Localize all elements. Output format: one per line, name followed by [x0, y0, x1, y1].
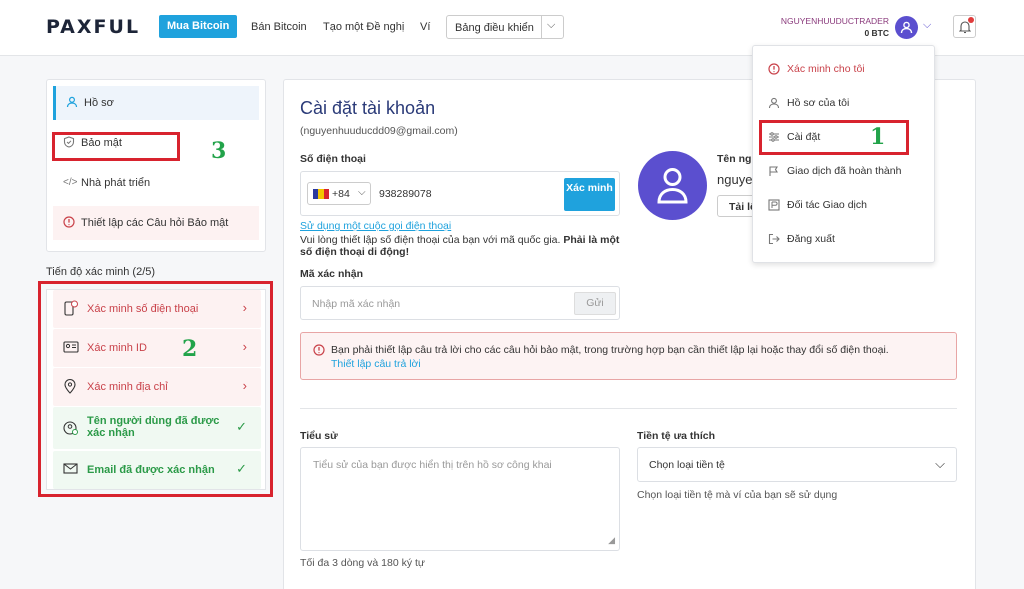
code-icon: </> — [63, 177, 78, 188]
menu-item-logout[interactable]: Đăng xuất — [753, 224, 934, 254]
notifications-button[interactable] — [953, 15, 976, 38]
annotation-box-verification — [38, 281, 273, 497]
send-code-button[interactable]: Gửi — [574, 292, 616, 315]
username-value: nguye — [717, 172, 753, 187]
menu-item-trade-partners[interactable]: Đối tác Giao dịch — [753, 190, 934, 220]
menu-item-label: Xác minh cho tôi — [787, 63, 865, 75]
verify-phone-button[interactable]: Xác minh — [564, 178, 615, 211]
profile-avatar[interactable] — [638, 151, 707, 220]
user-avatar[interactable] — [895, 16, 918, 39]
alert-message: Bạn phải thiết lập câu trả lời cho các c… — [331, 344, 889, 356]
sidebar-item-developer[interactable]: </> Nhà phát triển — [53, 166, 259, 200]
upload-avatar-button[interactable]: Tải lê — [717, 195, 757, 217]
sidebar-item-security-questions[interactable]: Thiết lập các Câu hỏi Bảo mật — [53, 206, 259, 240]
phone-call-link[interactable]: Sử dụng một cuộc gọi điện thoại — [300, 220, 451, 232]
phone-label: Số điện thoại — [300, 153, 366, 165]
bio-placeholder: Tiểu sử của bạn được hiển thị trên hồ sơ… — [313, 459, 552, 471]
account-email: (nguyenhuuducdd09@gmail.com) — [300, 125, 458, 137]
sidebar-item-profile[interactable]: Hồ sơ — [53, 86, 259, 120]
sidebar-item-label: Hồ sơ — [84, 97, 114, 109]
settings-sidebar: Hồ sơ Bảo mật </> Nhà phát triển Thiết l… — [46, 79, 266, 252]
code-input-placeholder: Nhập mã xác nhận — [312, 298, 401, 310]
verification-code-field[interactable]: Nhập mã xác nhận Gửi — [300, 286, 620, 320]
currency-hint: Chọn loại tiền tệ mà ví của bạn sẽ sử dụ… — [637, 489, 838, 501]
chevron-down-icon: ⌵ — [547, 19, 556, 31]
nav-sell-bitcoin[interactable]: Bán Bitcoin — [251, 21, 307, 33]
dashboard-label: Bảng điều khiển — [455, 22, 534, 34]
sidebar-item-label: Thiết lập các Câu hỏi Bảo mật — [81, 217, 229, 229]
annotation-box-security — [52, 132, 180, 161]
country-code: +84 — [332, 188, 350, 200]
security-question-alert: Bạn phải thiết lập câu trả lời cho các c… — [300, 332, 957, 380]
verification-progress-title: Tiến độ xác minh (2/5) — [46, 266, 156, 278]
chevron-down-icon: ⌵ — [935, 456, 945, 471]
notification-dot — [968, 17, 974, 23]
bio-label: Tiểu sử — [300, 430, 338, 442]
user-icon — [768, 97, 780, 112]
page-title: Cài đặt tài khoản — [300, 98, 436, 118]
nav-wallet[interactable]: Ví — [420, 21, 430, 33]
menu-item-completed-trades[interactable]: Giao dịch đã hoàn thành — [753, 156, 934, 186]
user-icon — [900, 21, 913, 34]
phone-note-text: Vui lòng thiết lập số điện thoại của bạn… — [300, 234, 564, 246]
annotation-number-3: 3 — [211, 138, 227, 164]
bio-hint: Tối đa 3 dòng và 180 ký tự — [300, 557, 425, 569]
header-balance: 0 BTC — [864, 28, 889, 38]
resize-handle-icon[interactable]: ◢ — [608, 535, 615, 546]
menu-item-label: Đối tác Giao dịch — [787, 199, 867, 211]
annotation-number-2: 2 — [182, 336, 198, 362]
nav-create-offer[interactable]: Tạo một Đề nghị — [323, 21, 404, 33]
setup-answers-link[interactable]: Thiết lập câu trả lời — [331, 358, 421, 370]
logout-icon — [768, 233, 780, 248]
user-icon — [66, 96, 78, 111]
currency-placeholder: Chọn loại tiền tệ — [649, 459, 725, 471]
phone-input[interactable]: 938289078 — [379, 188, 432, 200]
dashboard-dropdown[interactable]: Bảng điều khiển ⌵ — [446, 15, 564, 39]
header-username[interactable]: NGUYENHUUDUCTRADER — [781, 16, 889, 26]
alert-circle-icon — [63, 216, 75, 231]
menu-item-my-profile[interactable]: Hồ sơ của tôi — [753, 88, 934, 118]
annotation-number-1: 1 — [870, 124, 886, 150]
alert-circle-icon — [313, 344, 325, 359]
code-label: Mã xác nhận — [300, 268, 364, 280]
nav-buy-bitcoin-button[interactable]: Mua Bitcoin — [159, 15, 238, 38]
currency-select[interactable]: Chọn loại tiền tệ ⌵ — [637, 447, 957, 482]
annotation-box-settings — [759, 120, 909, 155]
phone-field: +84 ⌵ 938289078 Xác minh — [300, 171, 620, 216]
currency-label: Tiền tệ ưa thích — [637, 430, 716, 442]
menu-item-label: Đăng xuất — [787, 233, 835, 245]
paxful-logo[interactable]: PAXFUL — [46, 16, 140, 38]
dashboard-separator — [541, 16, 542, 38]
user-icon — [657, 168, 688, 204]
chevron-down-icon: ⌵ — [358, 187, 366, 198]
flag-icon — [768, 165, 780, 180]
bio-textarea[interactable]: Tiểu sử của bạn được hiển thị trên hồ sơ… — [300, 447, 620, 551]
alert-circle-icon — [768, 63, 780, 78]
menu-item-label: Giao dịch đã hoàn thành — [787, 165, 902, 177]
section-divider — [300, 408, 957, 409]
menu-item-verify-me[interactable]: Xác minh cho tôi — [753, 54, 934, 84]
partner-icon — [768, 199, 780, 214]
sidebar-item-label: Nhà phát triển — [81, 177, 151, 189]
phone-note: Vui lòng thiết lập số điện thoại của bạn… — [300, 234, 625, 258]
flag-icon — [313, 189, 329, 199]
menu-item-label: Hồ sơ của tôi — [787, 97, 850, 109]
country-code-select[interactable]: +84 ⌵ — [307, 182, 371, 205]
chevron-down-icon[interactable]: ⌵ — [923, 19, 931, 32]
